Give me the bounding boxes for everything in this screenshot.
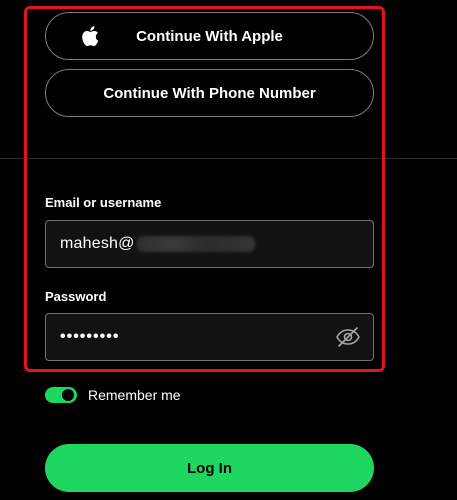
email-field[interactable]: mahesh@ [45, 220, 374, 268]
log-in-button[interactable]: Log In [45, 444, 374, 492]
remember-me-toggle[interactable] [45, 387, 77, 403]
password-label: Password [45, 289, 107, 304]
password-value: ••••••••• [60, 328, 120, 345]
toggle-knob [62, 389, 74, 401]
continue-with-apple-button[interactable]: Continue With Apple [45, 12, 374, 60]
log-in-label: Log In [187, 459, 232, 477]
continue-with-apple-label: Continue With Apple [136, 27, 283, 45]
section-divider [0, 158, 457, 159]
email-value: mahesh@ [60, 235, 135, 252]
apple-icon [80, 25, 100, 47]
email-redacted-blur [136, 236, 255, 252]
continue-with-phone-button[interactable]: Continue With Phone Number [45, 69, 374, 117]
remember-me-label: Remember me [88, 387, 181, 403]
password-field[interactable]: ••••••••• [45, 313, 374, 361]
continue-with-phone-label: Continue With Phone Number [103, 84, 316, 102]
eye-slash-icon[interactable] [335, 324, 361, 350]
login-page: Continue With Apple Continue With Phone … [0, 0, 457, 500]
email-label: Email or username [45, 195, 162, 210]
